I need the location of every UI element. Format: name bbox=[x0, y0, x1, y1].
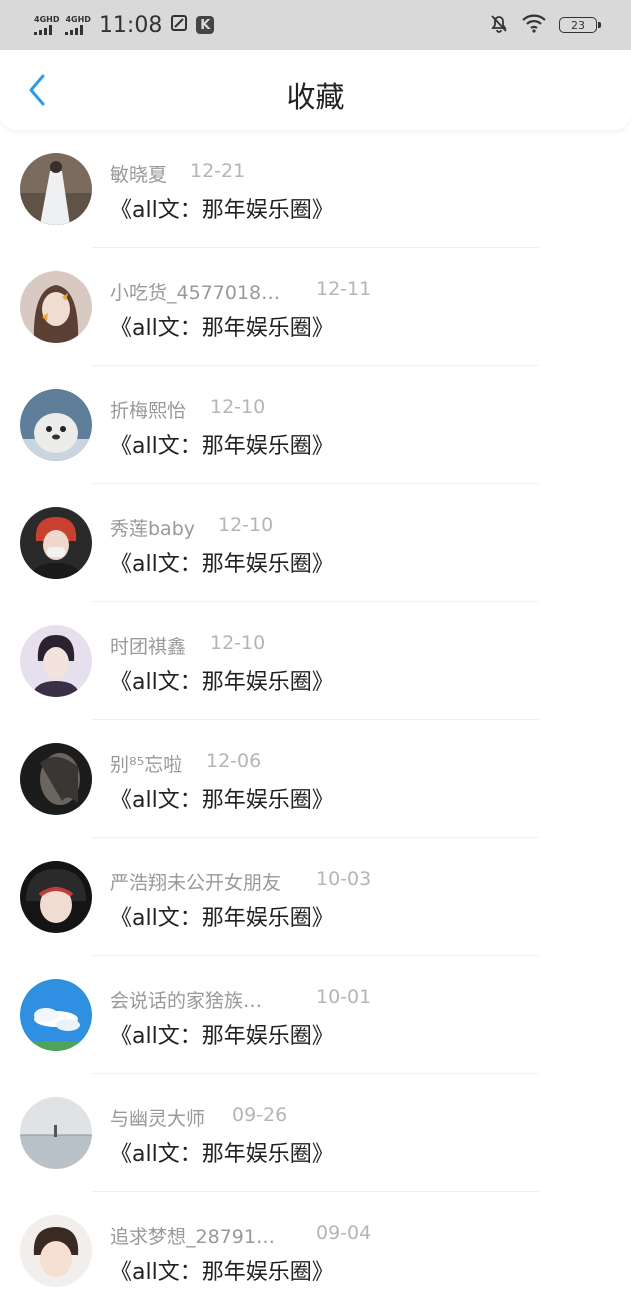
username[interactable]: 秀莲baby bbox=[110, 518, 195, 540]
post-title[interactable]: 《all文：那年娱乐圈》 bbox=[110, 1136, 334, 1168]
wifi-icon bbox=[521, 13, 547, 37]
avatar[interactable] bbox=[20, 1215, 92, 1287]
date: 10-01 bbox=[316, 986, 372, 1008]
username[interactable]: 会说话的家猞族… bbox=[110, 990, 262, 1012]
item-meta: 与幽灵大师 09-26 bbox=[110, 1104, 287, 1131]
avatar[interactable] bbox=[20, 979, 92, 1051]
avatar[interactable] bbox=[20, 743, 92, 815]
date: 09-26 bbox=[232, 1104, 288, 1126]
list-item[interactable]: 小吃货_4577018… 12-11 《all文：那年娱乐圈》 bbox=[0, 248, 631, 366]
username[interactable]: 时团祺鑫 bbox=[110, 636, 186, 658]
date: 10-03 bbox=[316, 868, 372, 890]
date: 12-11 bbox=[316, 278, 372, 300]
username[interactable]: 与幽灵大师 bbox=[110, 1108, 205, 1130]
post-title[interactable]: 《all文：那年娱乐圈》 bbox=[110, 782, 334, 814]
list-item[interactable]: 会说话的家猞族… 10-01 《all文：那年娱乐圈》 bbox=[0, 956, 631, 1074]
post-title[interactable]: 《all文：那年娱乐圈》 bbox=[110, 1018, 334, 1050]
avatar[interactable] bbox=[20, 861, 92, 933]
post-title[interactable]: 《all文：那年娱乐圈》 bbox=[110, 428, 334, 460]
item-meta: 别⁸⁵忘啦 12-06 bbox=[110, 750, 261, 777]
favorites-list: 敏晓夏 12-21 《all文：那年娱乐圈》 小吃货_4577018… 12-11 … bbox=[0, 130, 631, 1310]
date: 12-21 bbox=[190, 160, 246, 182]
item-meta: 时团祺鑫 12-10 bbox=[110, 632, 265, 659]
avatar[interactable] bbox=[20, 389, 92, 461]
avatar[interactable] bbox=[20, 271, 92, 343]
post-title[interactable]: 《all文：那年娱乐圈》 bbox=[110, 310, 334, 342]
list-item[interactable]: 与幽灵大师 09-26 《all文：那年娱乐圈》 bbox=[0, 1074, 631, 1192]
item-meta: 小吃货_4577018… 12-11 bbox=[110, 278, 371, 305]
username[interactable]: 折梅熙怡 bbox=[110, 400, 186, 422]
avatar[interactable] bbox=[20, 507, 92, 579]
item-meta: 秀莲baby 12-10 bbox=[110, 514, 273, 541]
sim-icon bbox=[170, 14, 188, 36]
date: 12-06 bbox=[206, 750, 262, 772]
list-item[interactable]: 别⁸⁵忘啦 12-06 《all文：那年娱乐圈》 bbox=[0, 720, 631, 838]
avatar[interactable] bbox=[20, 1097, 92, 1169]
k-app-icon: K bbox=[196, 16, 215, 34]
avatar[interactable] bbox=[20, 625, 92, 697]
item-meta: 折梅熙怡 12-10 bbox=[110, 396, 265, 423]
list-item[interactable]: 追求梦想_28791… 09-04 《all文：那年娱乐圈》 bbox=[0, 1192, 631, 1310]
list-item[interactable]: 折梅熙怡 12-10 《all文：那年娱乐圈》 bbox=[0, 366, 631, 484]
signal-icon: 4GHD bbox=[65, 15, 91, 35]
list-item[interactable]: 严浩翔未公开女朋友 10-03 《all文：那年娱乐圈》 bbox=[0, 838, 631, 956]
status-right: 23 bbox=[489, 12, 601, 38]
post-title[interactable]: 《all文：那年娱乐圈》 bbox=[110, 546, 334, 578]
post-title[interactable]: 《all文：那年娱乐圈》 bbox=[110, 192, 334, 224]
list-item[interactable]: 敏晓夏 12-21 《all文：那年娱乐圈》 bbox=[0, 130, 631, 248]
clock: 11:08 bbox=[98, 12, 163, 38]
date: 12-10 bbox=[218, 514, 274, 536]
post-title[interactable]: 《all文：那年娱乐圈》 bbox=[110, 1254, 334, 1286]
username[interactable]: 小吃货_4577018… bbox=[110, 282, 280, 304]
status-bar: 4GHD 4GHD 11:08 K 23 bbox=[0, 0, 631, 50]
username[interactable]: 别⁸⁵忘啦 bbox=[110, 754, 182, 776]
username[interactable]: 追求梦想_28791… bbox=[110, 1226, 275, 1248]
network-type: 4GHD bbox=[65, 15, 91, 24]
list-item[interactable]: 秀莲baby 12-10 《all文：那年娱乐圈》 bbox=[0, 484, 631, 602]
date: 12-10 bbox=[210, 396, 266, 418]
item-meta: 会说话的家猞族… 10-01 bbox=[110, 986, 371, 1013]
post-title[interactable]: 《all文：那年娱乐圈》 bbox=[110, 900, 334, 932]
network-type: 4GHD bbox=[34, 15, 60, 24]
list-item[interactable]: 时团祺鑫 12-10 《all文：那年娱乐圈》 bbox=[0, 602, 631, 720]
signal-icon: 4GHD bbox=[34, 15, 59, 35]
item-meta: 敏晓夏 12-21 bbox=[110, 160, 245, 187]
app-header: 收藏 bbox=[0, 50, 631, 130]
mute-bell-icon bbox=[489, 13, 509, 37]
item-meta: 追求梦想_28791… 09-04 bbox=[110, 1222, 371, 1249]
username[interactable]: 敏晓夏 bbox=[110, 164, 167, 186]
username[interactable]: 严浩翔未公开女朋友 bbox=[110, 872, 281, 894]
avatar[interactable] bbox=[20, 153, 92, 225]
date: 09-04 bbox=[316, 1222, 372, 1244]
date: 12-10 bbox=[210, 632, 266, 654]
post-title[interactable]: 《all文：那年娱乐圈》 bbox=[110, 664, 334, 696]
item-meta: 严浩翔未公开女朋友 10-03 bbox=[110, 868, 371, 895]
page-title: 收藏 bbox=[286, 80, 345, 114]
battery-icon: 23 bbox=[559, 17, 601, 33]
status-left: 4GHD 4GHD 11:08 K bbox=[34, 10, 215, 40]
